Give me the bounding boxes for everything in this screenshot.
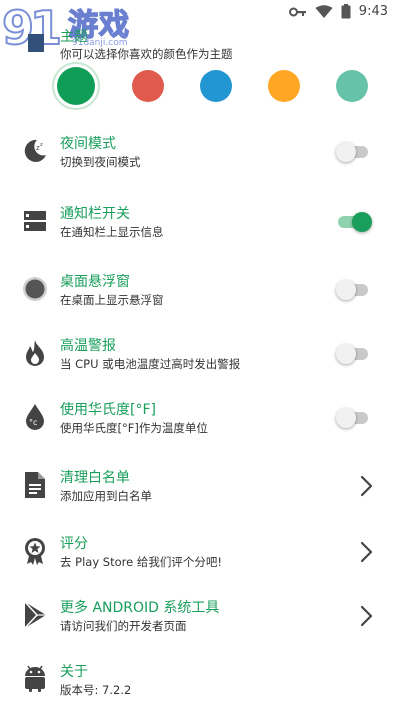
setting-row-whitelist[interactable]: 清理白名单添加应用到白名单 [0,462,400,522]
setting-toggle-night[interactable] [336,140,370,164]
setting-subtitle: 当 CPU 或电池温度过高时发出警报 [60,357,241,371]
setting-row-rate[interactable]: 评分去 Play Store 给我们评个分吧! [0,528,400,588]
toggle-knob [352,212,372,232]
setting-toggle-fahrenheit[interactable] [336,406,370,430]
chevron-right-icon [356,540,376,564]
setting-subtitle: 去 Play Store 给我们评个分吧! [60,555,222,569]
setting-title: 高温警报 [60,338,116,354]
theme-color-swatch[interactable] [57,67,95,105]
setting-title: 通知栏开关 [60,206,130,222]
setting-title: 关于 [60,664,88,680]
setting-row-notify[interactable]: 通知栏开关在通知栏上显示信息 [0,198,400,258]
chevron-right-icon [356,474,376,498]
flame-icon [20,338,50,368]
setting-row-more[interactable]: 更多 ANDROID 系统工具 请访问我们的开发者页面 [0,592,400,652]
setting-toggle-notify[interactable] [336,210,372,234]
setting-title: 评分 [60,536,88,552]
theme-color-swatch[interactable] [268,70,300,102]
setting-subtitle: 使用华氏度[°F]作为温度单位 [60,421,208,435]
toggle-knob [336,142,356,162]
thermometer-drop-icon: °c [20,402,50,432]
setting-row-float[interactable]: 桌面悬浮窗在桌面上显示悬浮窗 [0,266,400,326]
theme-color-swatch[interactable] [200,70,232,102]
setting-row-alarm[interactable]: 高温警报当 CPU 或电池温度过高时发出警报 [0,330,400,390]
setting-toggle-alarm[interactable] [336,342,370,366]
setting-subtitle: 在桌面上显示悬浮窗 [60,293,164,307]
setting-title: 夜间模式 [60,136,116,152]
setting-title: 更多 ANDROID 系统工具 [60,600,220,616]
setting-subtitle: 切换到夜间模式 [60,155,141,169]
setting-row-night[interactable]: z z 夜间模式切换到夜间模式 [0,128,400,188]
document-icon [20,470,50,500]
svg-text:z: z [40,142,43,148]
toggle-knob [336,408,356,428]
theme-subtitle: 你可以选择你喜欢的颜色作为主题 [60,47,233,61]
toggle-knob [336,344,356,364]
setting-subtitle: 版本号: 7.2.2 [60,683,132,697]
toggle-knob [336,280,356,300]
setting-row-fahrenheit[interactable]: °c 使用华氏度[°F] 使用华氏度[°F]作为温度单位 [0,394,400,454]
play-store-icon [20,600,50,630]
setting-subtitle: 请访问我们的开发者页面 [60,619,187,633]
theme-section: 主题 你可以选择你喜欢的颜色作为主题 [0,0,400,120]
chevron-right-icon [356,604,376,628]
setting-toggle-float[interactable] [336,278,370,302]
badge-star-icon [20,536,50,566]
setting-title: 使用华氏度[°F] [60,402,156,418]
setting-title: 清理白名单 [60,470,130,486]
setting-title: 桌面悬浮窗 [60,274,130,290]
setting-row-about[interactable]: 关于版本号: 7.2.2 [0,656,400,711]
setting-subtitle: 添加应用到白名单 [60,489,152,503]
setting-subtitle: 在通知栏上显示信息 [60,225,164,239]
theme-color-swatch[interactable] [336,70,368,102]
theme-color-swatch[interactable] [132,70,164,102]
moon-icon: zz [20,136,50,166]
theme-title: 主题 [60,29,88,45]
svg-text:°c: °c [29,418,37,427]
android-icon [20,664,50,694]
floating-window-icon [20,274,50,304]
notification-bar-icon [20,206,50,236]
